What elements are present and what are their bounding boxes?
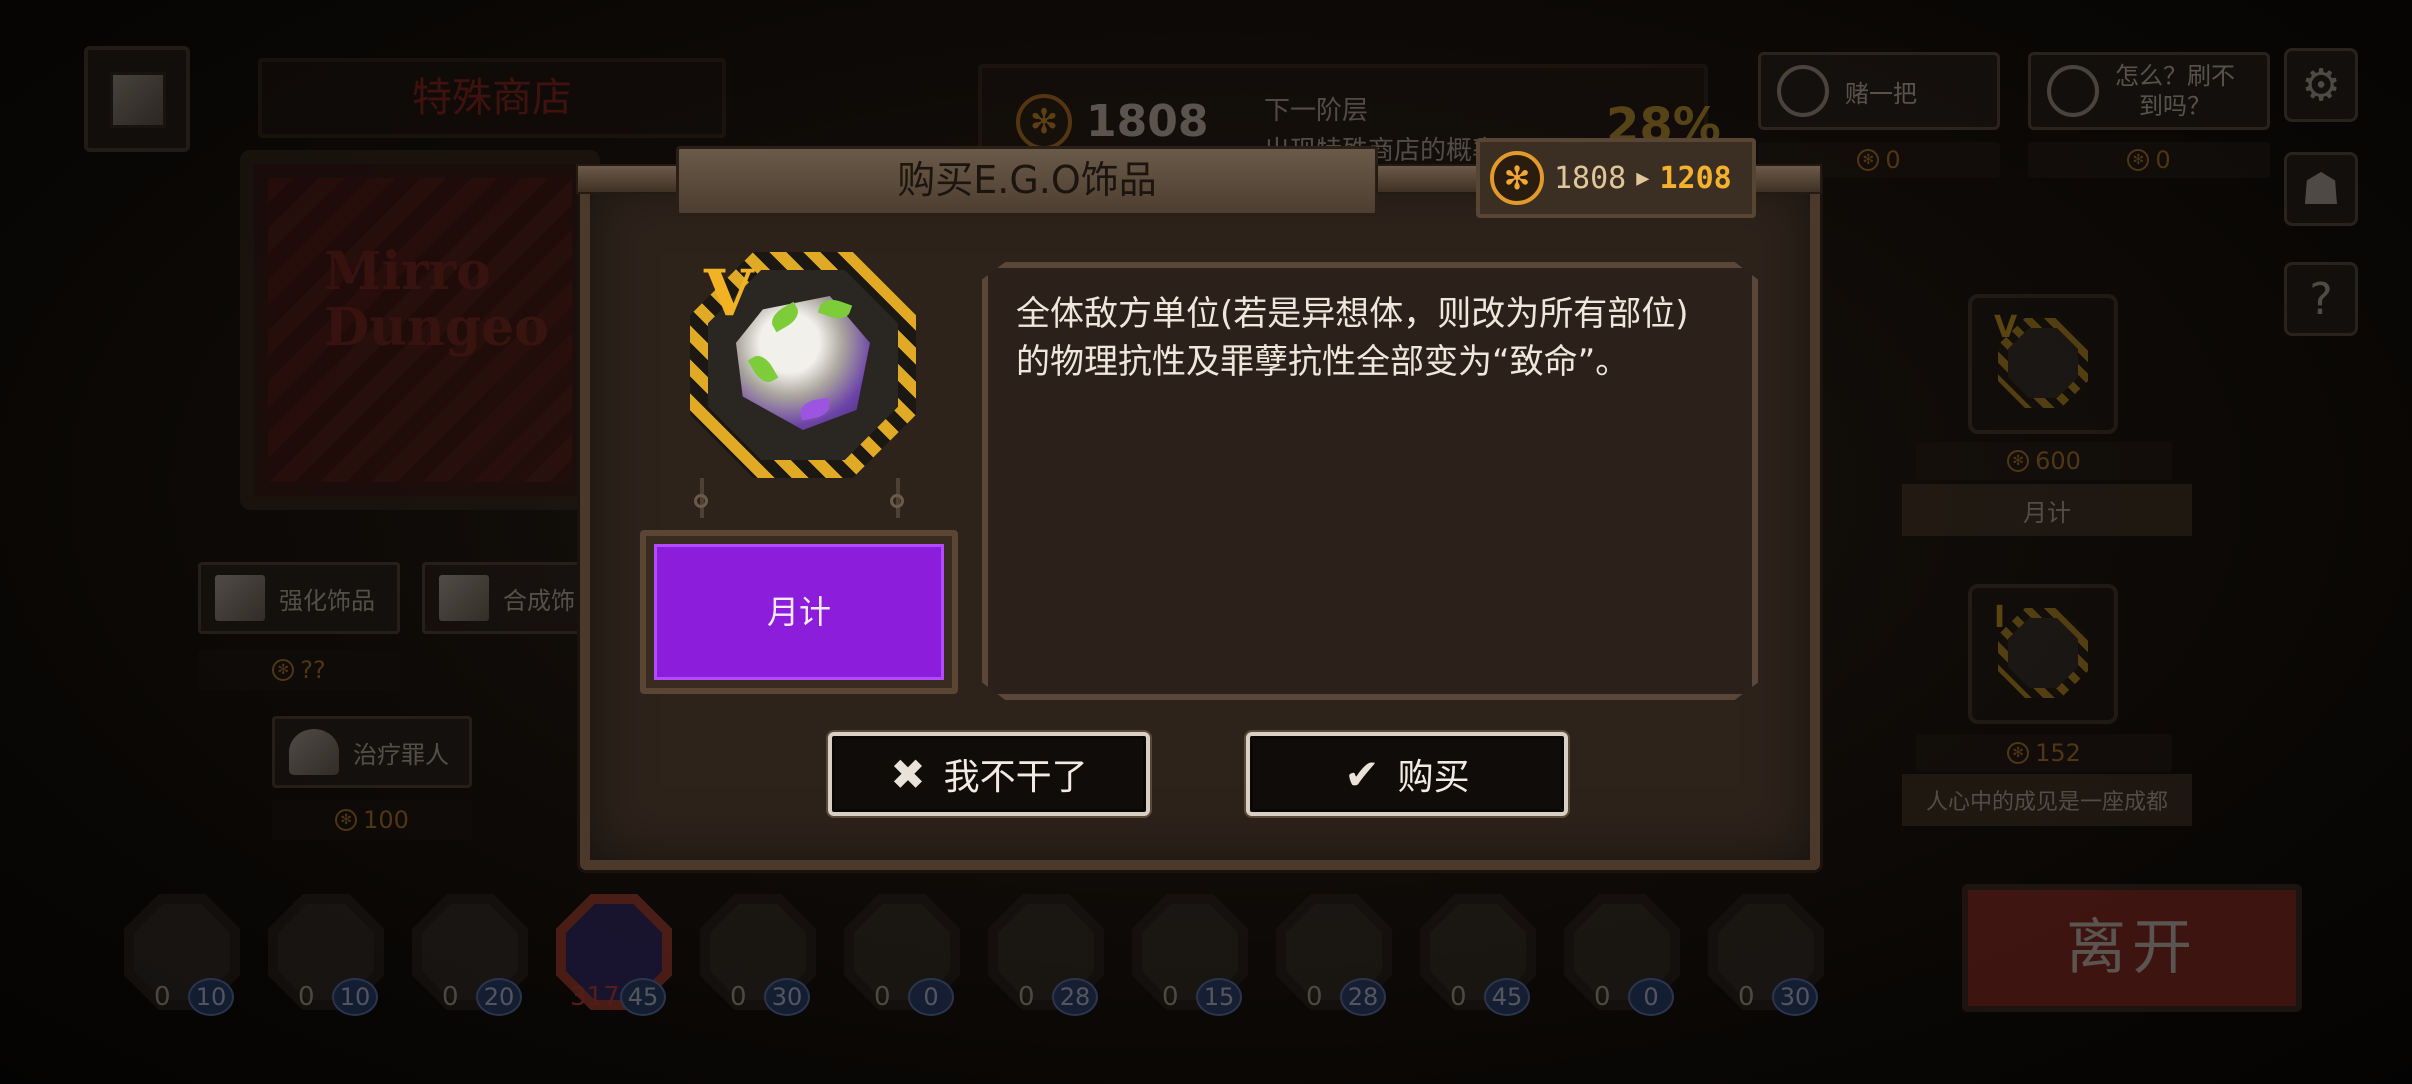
gift-description: 全体敌方单位(若是异想体，则改为所有部位)的物理抗性及罪孽抗性全部变为“致命”。 — [1016, 294, 1689, 382]
item-rank: V — [704, 256, 754, 331]
sin-affinity-tag: 月计 — [640, 530, 958, 694]
cost-before: 1808 — [1554, 160, 1627, 196]
cost-after: 1208 — [1659, 160, 1732, 196]
coin-icon: ✻ — [1490, 151, 1544, 205]
cancel-label: 我不干了 — [943, 757, 1088, 798]
cost-display: ✻ 1808 ▶ 1208 — [1476, 138, 1756, 218]
buy-label: 购买 — [1397, 757, 1470, 798]
dialog-header: 购买E.G.O饰品 ✻ 1808 ▶ 1208 — [576, 136, 1822, 220]
check-icon: ✔ — [1344, 749, 1380, 799]
cancel-button[interactable]: ✖ 我不干了 — [828, 732, 1150, 816]
buy-button[interactable]: ✔ 购买 — [1246, 732, 1568, 816]
dialog-title: 购买E.G.O饰品 — [676, 146, 1378, 216]
close-icon: ✖ — [890, 749, 926, 799]
arrow-right-icon: ▶ — [1636, 165, 1650, 191]
sin-affinity-label: 月计 — [654, 544, 944, 680]
